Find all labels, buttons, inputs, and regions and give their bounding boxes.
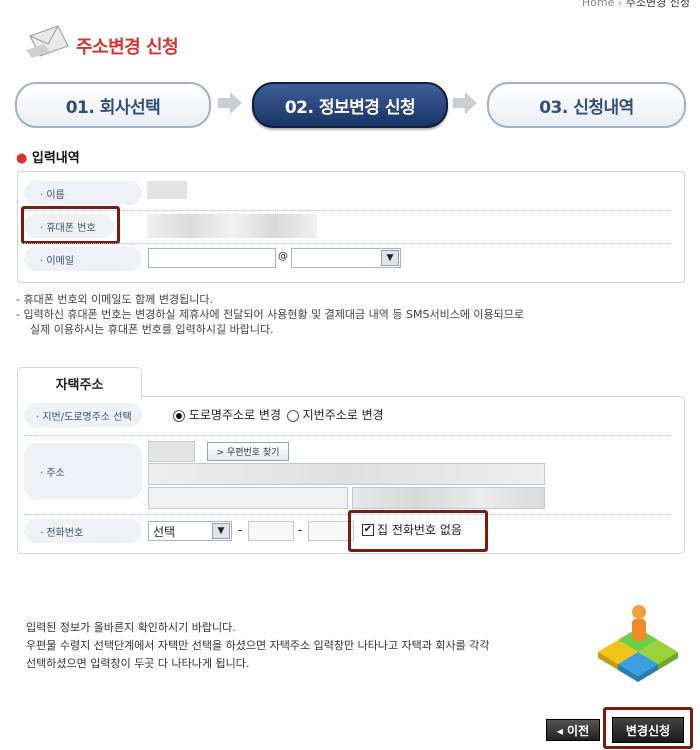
email-domain-select[interactable]: ▼ bbox=[291, 248, 401, 268]
email-label-text: · 이메일 bbox=[40, 255, 74, 267]
step-label: 03. 신청내역 bbox=[539, 97, 634, 118]
breadcrumb-separator: › bbox=[617, 0, 623, 9]
checkbox[interactable]: ✔ bbox=[362, 523, 374, 536]
dash: - bbox=[238, 523, 243, 537]
chevron-down-icon: ▼ bbox=[212, 523, 230, 539]
note-line: - 휴대폰 번호외 이메일도 함께 변경됩니다. bbox=[16, 293, 213, 306]
cube-person-illustration bbox=[590, 600, 688, 692]
email-at-sign: @ bbox=[278, 251, 288, 262]
envelope-icon bbox=[24, 22, 72, 62]
email-label: · 이메일 bbox=[24, 247, 142, 271]
dash: - bbox=[298, 523, 303, 537]
arrow-right-icon bbox=[218, 92, 242, 114]
address-detail-field[interactable] bbox=[352, 487, 545, 509]
arrow-right-icon bbox=[453, 92, 477, 114]
tab-home-address[interactable]: 자택주소 bbox=[17, 367, 142, 398]
divider bbox=[24, 435, 672, 436]
address-type-label-text: · 지번/도로명주소 선택 bbox=[36, 411, 132, 423]
home-phone-label-text: · 전화번호 bbox=[40, 527, 84, 539]
step-label: 01. 회사선택 bbox=[65, 97, 161, 118]
submit-button[interactable]: 변경신청 bbox=[612, 717, 684, 743]
step-company-select: 01. 회사선택 bbox=[15, 82, 211, 128]
email-id-input[interactable] bbox=[148, 248, 276, 268]
radio-lot-label[interactable]: 지번주소로 변경 bbox=[303, 408, 384, 422]
breadcrumb-current: 주소변경 신청 bbox=[625, 0, 690, 9]
prev-button[interactable]: ◂ 이전 bbox=[546, 719, 600, 741]
home-phone-prefix-value: 선택 bbox=[153, 524, 176, 539]
tab-label: 자택주소 bbox=[55, 377, 104, 393]
page-title: 주소변경 신청 bbox=[76, 37, 179, 58]
step-label: 02. 정보변경 신청 bbox=[284, 97, 416, 118]
step-history: 03. 신청내역 bbox=[487, 82, 686, 128]
radio-dot bbox=[176, 412, 182, 419]
name-label: · 이름 bbox=[24, 181, 142, 205]
footer-notice: 입력된 정보가 올바른지 확인하시기 바랍니다. 우편물 수령지 선택단계에서 … bbox=[26, 619, 490, 673]
home-phone-label: · 전화번호 bbox=[24, 519, 142, 543]
step-info-change: 02. 정보변경 신청 bbox=[252, 82, 448, 128]
zip-search-button[interactable]: > 우편번호 찾기 bbox=[207, 442, 289, 461]
breadcrumb-home[interactable]: Home bbox=[582, 0, 614, 9]
divider bbox=[24, 243, 672, 244]
no-home-phone-label: 집 전화번호 없음 bbox=[377, 523, 462, 537]
radio-road-address[interactable] bbox=[173, 409, 185, 422]
section-title-text: 입력내역 bbox=[31, 151, 80, 166]
home-phone-mid-input[interactable] bbox=[248, 521, 294, 541]
zip-code-field[interactable] bbox=[148, 441, 195, 462]
address-label: · 주소 bbox=[24, 443, 142, 499]
address-label-text: · 주소 bbox=[40, 467, 65, 479]
submit-button-label: 변경신청 bbox=[625, 723, 671, 738]
address-type-label: · 지번/도로명주소 선택 bbox=[24, 403, 142, 427]
note-line: - 입력하신 휴대폰 번호는 변경하실 제휴사에 전달되어 사용현황 및 결제대… bbox=[16, 308, 525, 321]
zip-search-label: > 우편번호 찾기 bbox=[216, 448, 280, 458]
note-line: 실제 이용하시는 휴대폰 번호를 입력하시길 바랍니다. bbox=[30, 323, 274, 336]
no-home-phone-option[interactable]: ✔ 집 전화번호 없음 bbox=[362, 521, 462, 538]
footer-line: 입력된 정보가 올바른지 확인하시기 바랍니다. bbox=[26, 621, 236, 634]
prev-button-label: ◂ 이전 bbox=[556, 723, 590, 738]
phone-value-redacted[interactable] bbox=[147, 214, 317, 238]
chevron-down-icon: ▼ bbox=[381, 250, 399, 266]
address-line2-field[interactable] bbox=[148, 487, 348, 509]
tab-mask bbox=[18, 395, 139, 397]
address-line1-field[interactable] bbox=[148, 463, 545, 485]
section-title: ● 입력내역 bbox=[16, 147, 80, 166]
radio-road-label[interactable]: 도로명주소로 변경 bbox=[189, 408, 281, 422]
address-type-options: 도로명주소로 변경 지번주소로 변경 bbox=[173, 406, 384, 423]
footer-line: 우편물 수령지 선택단계에서 자택만 선택을 하셨으면 자택주소 입력창만 나타… bbox=[26, 639, 490, 652]
name-value-redacted bbox=[147, 181, 187, 199]
bullet-icon: ● bbox=[16, 151, 28, 166]
radio-lot-address[interactable] bbox=[286, 409, 299, 422]
breadcrumb: Home › 주소변경 신청 bbox=[582, 0, 690, 10]
phone-label-highlight bbox=[21, 206, 120, 244]
divider bbox=[24, 210, 672, 211]
name-label-text: · 이름 bbox=[40, 189, 65, 201]
footer-line: 선택하셨으면 입력창이 두곳 다 나타나게 됩니다. bbox=[26, 657, 250, 670]
input-notes: - 휴대폰 번호외 이메일도 함께 변경됩니다. - 입력하신 휴대폰 번호는 … bbox=[16, 292, 686, 337]
home-phone-prefix-select[interactable]: 선택 ▼ bbox=[148, 521, 232, 541]
